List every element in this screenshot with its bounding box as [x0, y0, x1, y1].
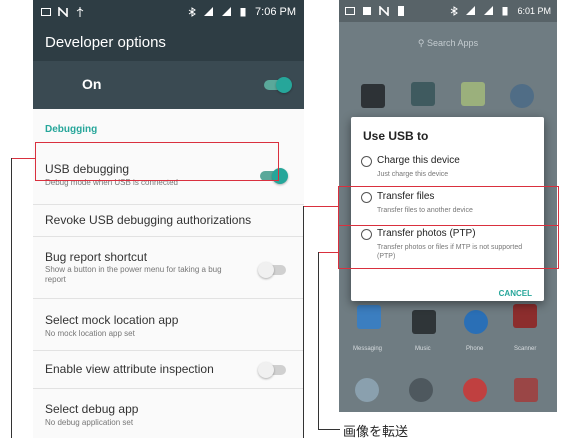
notification-icon	[41, 7, 51, 17]
wifi-icon	[466, 6, 476, 16]
app-icon[interactable]	[514, 378, 538, 402]
battery-icon	[238, 7, 248, 17]
view-inspection-switch[interactable]	[258, 362, 286, 378]
battery-icon	[500, 6, 510, 16]
qr-app-icon[interactable]	[361, 84, 385, 108]
music-app-icon[interactable]	[412, 310, 436, 334]
status-bar: 6:01 PM	[339, 0, 557, 22]
sd-card-icon	[396, 6, 406, 16]
bluetooth-icon	[449, 6, 459, 16]
switch-knob	[258, 262, 274, 278]
app-label-messaging: Messaging	[353, 346, 383, 352]
setting-title: Select mock location app	[45, 313, 179, 327]
notification-icon	[345, 6, 355, 16]
setting-bug-report-shortcut[interactable]: Bug report shortcut Show a button in the…	[33, 236, 304, 299]
option-description: Just charge this device	[377, 171, 449, 178]
callout-line	[303, 206, 338, 207]
setting-subtitle: No debug application set	[45, 418, 134, 427]
annotation-caption: 画像を転送	[343, 424, 409, 439]
signal-icon	[221, 7, 232, 17]
callout-line	[318, 252, 338, 253]
app-label-music: Music	[415, 346, 431, 352]
callout-line	[11, 158, 35, 159]
master-toggle-row[interactable]: On	[33, 61, 304, 109]
master-toggle-switch[interactable]	[264, 77, 292, 93]
leader-line	[318, 252, 319, 430]
app-icon[interactable]	[463, 378, 487, 402]
dialog-title: Use USB to	[363, 129, 429, 143]
radio-button[interactable]	[361, 156, 372, 167]
setting-title: Select debug app	[45, 402, 139, 416]
search-apps-label: Search Apps	[427, 38, 479, 48]
setting-subtitle: No mock location app set	[45, 329, 135, 338]
status-time: 6:01 PM	[517, 6, 551, 16]
highlight-transfer-files	[338, 186, 559, 226]
message-icon	[362, 6, 372, 16]
app-label-scanner: Scanner	[514, 346, 537, 352]
maps-app-icon[interactable]	[461, 82, 485, 106]
scanner-app-icon[interactable]	[513, 304, 537, 328]
status-time: 7:06 PM	[255, 6, 296, 18]
setting-view-attribute-inspection[interactable]: Enable view attribute inspection	[33, 350, 304, 389]
setting-title: Revoke USB debugging authorizations	[45, 213, 252, 227]
search-apps-field[interactable]: ⚲ Search Apps	[339, 38, 557, 49]
setting-title: Bug report shortcut	[45, 250, 148, 264]
page-title: Developer options	[33, 24, 304, 61]
highlight-transfer-photos	[338, 225, 559, 269]
search-icon: ⚲	[417, 38, 425, 48]
switch-knob	[276, 77, 292, 93]
leader-line	[318, 429, 340, 430]
option-charge-device[interactable]: Charge this device Just charge this devi…	[351, 153, 544, 181]
settings-app-icon[interactable]	[409, 378, 433, 402]
messaging-app-icon[interactable]	[357, 305, 381, 329]
wifi-icon	[204, 7, 214, 17]
browser-app-icon[interactable]	[355, 378, 379, 402]
leader-line	[11, 158, 12, 438]
signal-icon	[483, 6, 494, 16]
phone-app-icon[interactable]	[464, 310, 488, 334]
developer-options-screen: 7:06 PM Developer options On Debugging U…	[33, 0, 304, 438]
section-header-debugging: Debugging	[45, 124, 98, 135]
nfc-icon	[379, 6, 389, 16]
switch-knob	[258, 362, 274, 378]
highlight-usb-debugging	[35, 142, 279, 181]
nfc-icon	[58, 7, 68, 17]
master-toggle-label: On	[82, 76, 102, 92]
bluetooth-icon	[187, 7, 197, 17]
setting-select-debug-app[interactable]: Select debug app No debug application se…	[33, 388, 304, 438]
usb-icon	[75, 7, 85, 17]
setting-revoke-usb-authorizations[interactable]: Revoke USB debugging authorizations	[33, 204, 304, 237]
gallery-app-icon[interactable]	[411, 82, 435, 106]
setting-mock-location-app[interactable]: Select mock location app No mock locatio…	[33, 298, 304, 351]
leader-line	[303, 206, 304, 438]
setting-subtitle: Show a button in the power menu for taki…	[45, 265, 222, 284]
cancel-button[interactable]: CANCEL	[499, 289, 532, 298]
bug-report-switch[interactable]	[258, 262, 286, 278]
setting-title: Enable view attribute inspection	[45, 362, 214, 376]
option-label: Charge this device	[377, 155, 460, 166]
status-bar: 7:06 PM	[33, 0, 304, 24]
camera-app-icon[interactable]	[510, 84, 534, 108]
app-label-phone: Phone	[466, 346, 484, 352]
